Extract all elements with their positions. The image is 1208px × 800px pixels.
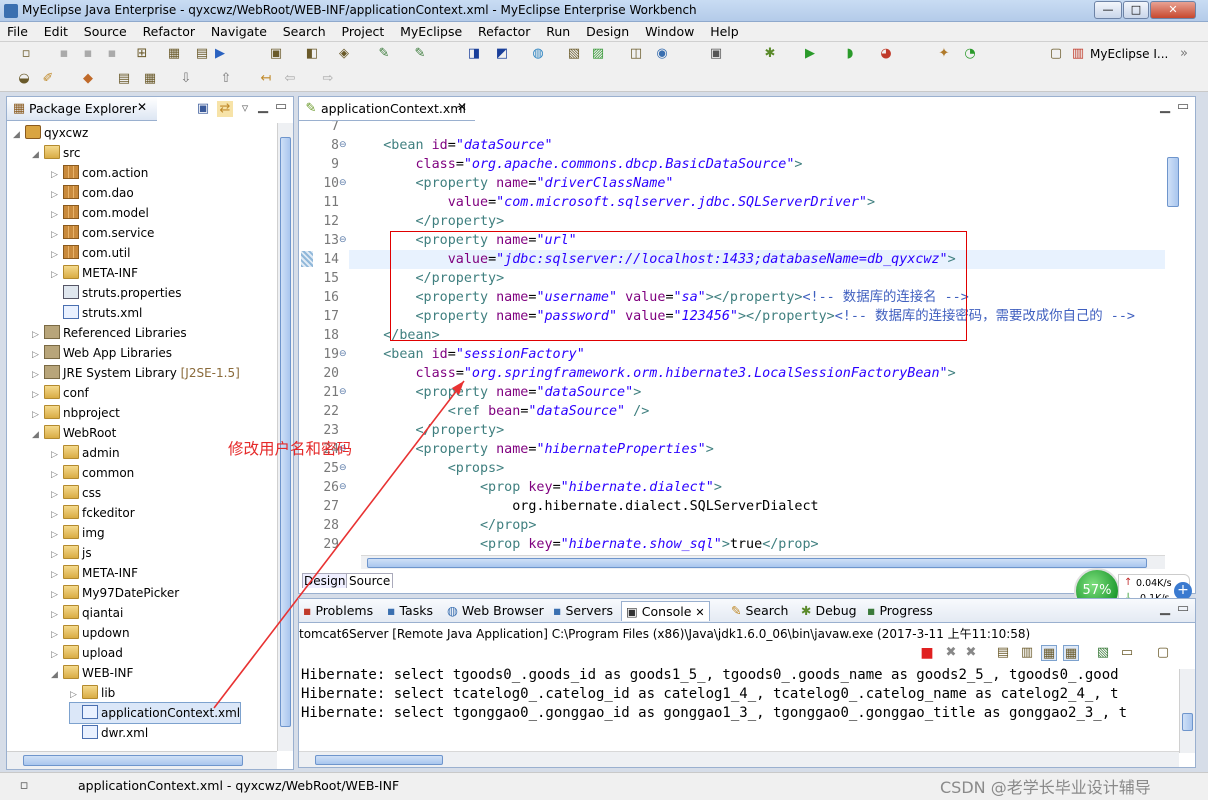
upload-speed: 0.04K/s	[1136, 578, 1172, 589]
console-header: tomcat6Server [Remote Java Application] …	[299, 627, 1031, 641]
console-line: Hibernate: select tgonggao0_.gonggao_id …	[301, 705, 1128, 721]
open-console-icon[interactable]: ▢	[1155, 645, 1171, 661]
tab-servers[interactable]: ▪ Servers	[553, 601, 613, 621]
scroll-lock-icon[interactable]: ▥	[1019, 645, 1035, 661]
console-horizontal-scrollbar[interactable]	[299, 751, 1179, 767]
remove-all-icon[interactable]: ✖	[963, 645, 979, 661]
clear-console-icon[interactable]: ▤	[995, 645, 1011, 661]
console-line: Hibernate: select tgoods0_.goods_id as g…	[301, 667, 1119, 683]
display-console-icon[interactable]: ▭	[1119, 645, 1135, 661]
upload-arrow-icon: ↑	[1124, 577, 1133, 588]
status-path: applicationContext.xml - qyxcwz/WebRoot/…	[78, 778, 400, 793]
tab-search[interactable]: ✎ Search	[731, 601, 788, 621]
show-stderr-icon[interactable]: ▦	[1063, 645, 1079, 661]
tab-progress[interactable]: ▪ Progress	[867, 601, 933, 621]
status-bar: ▫ applicationContext.xml - qyxcwz/WebRoo…	[0, 772, 1208, 800]
maximize-console-icon[interactable]: ▭	[1175, 601, 1191, 617]
terminate-icon[interactable]: ■	[919, 645, 935, 661]
remove-launch-icon[interactable]: ✖	[943, 645, 959, 661]
console-view: ▪ Problems ▪ Tasks ◍ Web Browser ▪ Serve…	[298, 598, 1196, 768]
tab-web-browser[interactable]: ◍ Web Browser	[447, 601, 544, 621]
minimize-console-icon[interactable]: ▁	[1157, 601, 1173, 617]
watermark: CSDN @老学长毕业设计辅导	[940, 778, 1151, 797]
console-line: Hibernate: select tcatelog0_.catelog_id …	[301, 686, 1119, 702]
tab-problems[interactable]: ▪ Problems	[303, 601, 373, 621]
tab-tasks[interactable]: ▪ Tasks	[387, 601, 433, 621]
show-stdout-icon[interactable]: ▦	[1041, 645, 1057, 661]
annotation-text: 修改用户名和密码	[228, 440, 353, 458]
console-hscroll-thumb[interactable]	[315, 755, 443, 765]
tab-debug[interactable]: ✱ Debug	[801, 601, 857, 621]
pin-console-icon[interactable]: ▧	[1095, 645, 1111, 661]
tab-console[interactable]: ▣ Console ✕	[621, 601, 710, 621]
console-scroll-thumb[interactable]	[1182, 713, 1193, 731]
console-vertical-scrollbar[interactable]	[1179, 669, 1195, 753]
fast-view-icon[interactable]: ▫	[16, 778, 32, 794]
